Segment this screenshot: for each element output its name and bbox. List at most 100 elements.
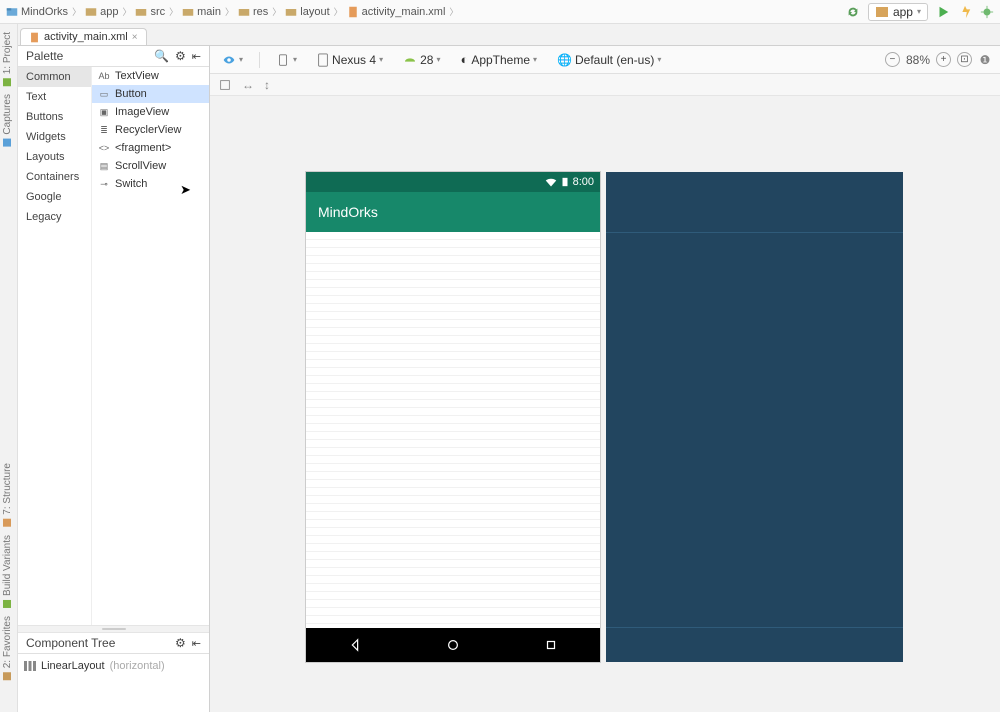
- zoom-out-button[interactable]: −: [885, 52, 900, 67]
- device-name: Nexus 4: [332, 53, 376, 67]
- expand-vert-icon[interactable]: ↕: [264, 78, 270, 92]
- apply-changes-icon[interactable]: [958, 5, 972, 19]
- widget-recyclerview[interactable]: ≣RecyclerView: [92, 121, 209, 139]
- zoom-fit-button[interactable]: ⊡: [957, 52, 972, 67]
- sync-icon[interactable]: [846, 5, 860, 19]
- component-tree-header: Component Tree ⚙ ⇤: [18, 633, 209, 654]
- theme-icon: ◐: [460, 52, 468, 67]
- xml-file-icon: [29, 32, 40, 43]
- toolbar-right: app ▾: [846, 3, 994, 21]
- xml-file-icon: [347, 6, 359, 18]
- view-mode-dropdown[interactable]: ▾: [218, 51, 247, 69]
- pan-icon[interactable]: [218, 78, 232, 92]
- breadcrumb-main[interactable]: main: [182, 6, 221, 18]
- square-icon: [4, 672, 12, 680]
- caret-down-icon: ▾: [436, 55, 440, 64]
- widget-scrollview[interactable]: ▤ScrollView: [92, 157, 209, 175]
- category-google[interactable]: Google: [18, 187, 91, 207]
- dock-structure[interactable]: 7: Structure: [2, 463, 13, 527]
- palette-widgets: AbTextView ▭ Button ▣ImageView ≣RecyclerV…: [92, 67, 209, 625]
- breadcrumb-label: src: [150, 6, 165, 18]
- run-icon[interactable]: [936, 5, 950, 19]
- category-containers[interactable]: Containers: [18, 167, 91, 187]
- dock-project[interactable]: 1: Project: [2, 32, 13, 86]
- nav-home-icon[interactable]: [446, 638, 460, 652]
- locale-name: Default (en-us): [575, 53, 654, 67]
- widget-switch[interactable]: ⊸Switch: [92, 175, 209, 193]
- hide-icon[interactable]: ⇤: [192, 50, 201, 63]
- device-preview[interactable]: 8:00 MindOrks: [306, 172, 600, 662]
- category-widgets[interactable]: Widgets: [18, 127, 91, 147]
- widget-textview[interactable]: AbTextView: [92, 67, 209, 85]
- folder-icon: [135, 6, 147, 18]
- breadcrumb-res[interactable]: res: [238, 6, 268, 18]
- caret-down-icon: ▾: [657, 55, 661, 64]
- square-icon: [4, 600, 12, 608]
- close-icon[interactable]: ×: [132, 32, 138, 43]
- breadcrumb-src[interactable]: src: [135, 6, 165, 18]
- theme-dropdown[interactable]: ◐ AppTheme ▾: [456, 50, 541, 69]
- expand-horiz-icon[interactable]: ↔: [242, 78, 254, 92]
- widget-label: RecyclerView: [115, 124, 181, 136]
- layout-content[interactable]: [306, 232, 600, 628]
- locale-dropdown[interactable]: 🌐 Default (en-us) ▾: [553, 51, 665, 69]
- widget-imageview[interactable]: ▣ImageView: [92, 103, 209, 121]
- category-layouts[interactable]: Layouts: [18, 147, 91, 167]
- blueprint-preview[interactable]: [606, 172, 903, 662]
- design-surface: ▾ ▾ Nexus 4 ▾ 28 ▾ ◐ AppTheme ▾: [210, 46, 1000, 712]
- dock-captures[interactable]: Captures: [2, 94, 13, 147]
- app-bar: MindOrks: [306, 192, 600, 232]
- status-bar: 8:00: [306, 172, 600, 192]
- design-toolbar: ▾ ▾ Nexus 4 ▾ 28 ▾ ◐ AppTheme ▾: [210, 46, 1000, 74]
- square-icon: [4, 139, 12, 147]
- category-text[interactable]: Text: [18, 87, 91, 107]
- zoom-in-button[interactable]: +: [936, 52, 951, 67]
- tree-root-label: LinearLayout: [41, 660, 105, 672]
- resize-handle[interactable]: [18, 625, 209, 633]
- dock-variants[interactable]: Build Variants: [2, 535, 13, 608]
- hide-icon[interactable]: ⇤: [192, 637, 201, 650]
- scrollview-icon: ▤: [98, 161, 110, 171]
- button-icon: ▭: [98, 89, 110, 99]
- api-dropdown[interactable]: 28 ▾: [399, 51, 444, 69]
- chevron-right-icon: 〉: [270, 5, 283, 18]
- api-level: 28: [420, 53, 433, 67]
- device-dropdown[interactable]: Nexus 4 ▾: [313, 51, 387, 69]
- gear-icon[interactable]: ⚙: [175, 636, 186, 650]
- breadcrumb-module[interactable]: app: [85, 6, 118, 18]
- nav-recent-icon[interactable]: [544, 638, 558, 652]
- textview-icon: Ab: [98, 71, 110, 81]
- widget-label: Button: [115, 88, 147, 100]
- chevron-right-icon: 〉: [120, 5, 133, 18]
- category-common[interactable]: Common: [18, 67, 91, 87]
- widget-fragment[interactable]: <><fragment>: [92, 139, 209, 157]
- breadcrumb-file[interactable]: activity_main.xml: [347, 6, 446, 18]
- tree-root[interactable]: LinearLayout (horizontal): [24, 660, 203, 672]
- gear-icon[interactable]: ⚙: [175, 49, 186, 63]
- palette-body: Common Text Buttons Widgets Layouts Cont…: [18, 67, 209, 625]
- search-icon[interactable]: 🔍: [154, 49, 169, 63]
- widget-button[interactable]: ▭ Button: [92, 85, 209, 103]
- dock-label-text: Captures: [2, 94, 13, 135]
- dock-favorites[interactable]: 2: Favorites: [2, 616, 13, 680]
- breadcrumb-label: MindOrks: [21, 6, 68, 18]
- nav-back-icon[interactable]: [348, 638, 362, 652]
- breadcrumb-label: app: [100, 6, 118, 18]
- category-buttons[interactable]: Buttons: [18, 107, 91, 127]
- file-tab-activity-main[interactable]: activity_main.xml ×: [20, 28, 147, 45]
- module-icon: [85, 6, 97, 18]
- breadcrumb-project[interactable]: MindOrks: [6, 6, 68, 18]
- zoom-value: 88%: [906, 53, 930, 67]
- chevron-right-icon: 〉: [447, 5, 460, 18]
- canvas[interactable]: 8:00 MindOrks: [210, 96, 1000, 712]
- tree-root-hint: (horizontal): [110, 660, 165, 672]
- orientation-dropdown[interactable]: ▾: [272, 51, 301, 69]
- category-legacy[interactable]: Legacy: [18, 207, 91, 227]
- breadcrumb-layout[interactable]: layout: [285, 6, 329, 18]
- debug-icon[interactable]: [980, 5, 994, 19]
- run-config-dropdown[interactable]: app ▾: [868, 3, 928, 21]
- theme-name: AppTheme: [471, 53, 530, 67]
- folder-icon: [285, 6, 297, 18]
- dock-label-text: 2: Favorites: [2, 616, 13, 668]
- warnings-icon[interactable]: ❶: [978, 53, 992, 67]
